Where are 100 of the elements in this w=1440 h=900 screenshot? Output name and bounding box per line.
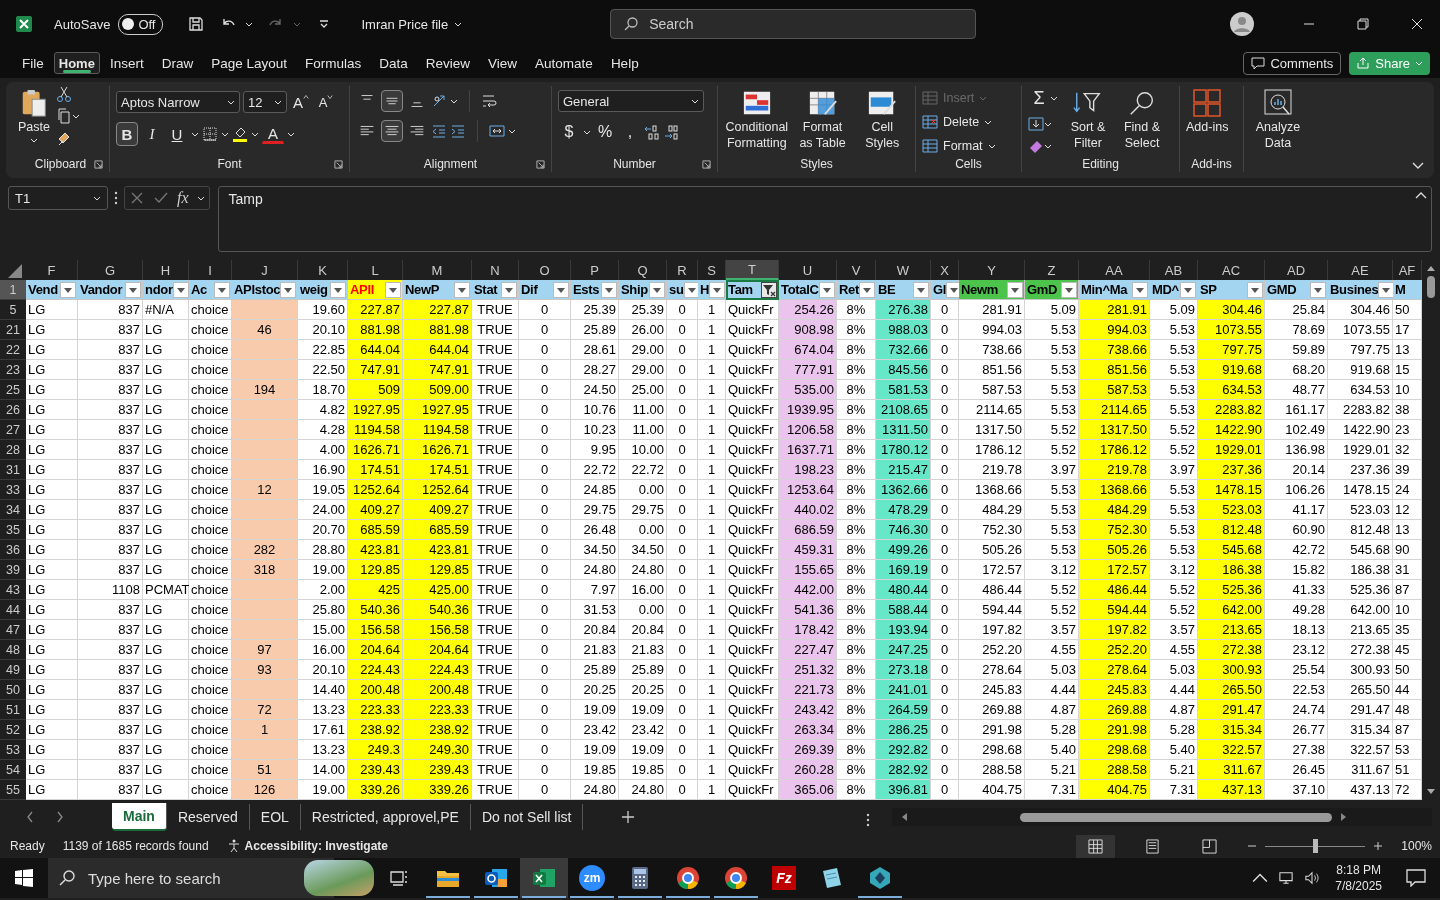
find-select-button[interactable]: Find & Select xyxy=(1118,86,1166,151)
more-options-icon[interactable] xyxy=(114,191,118,205)
caret-icon[interactable] xyxy=(508,127,516,135)
filter-button[interactable] xyxy=(60,281,76,298)
caret-icon[interactable] xyxy=(71,112,80,120)
clock-date[interactable]: 7/8/2025 xyxy=(1335,878,1382,894)
excel-app-button[interactable] xyxy=(520,858,568,898)
caret-icon[interactable] xyxy=(191,130,199,138)
profile-avatar[interactable] xyxy=(1230,12,1254,36)
filter-button[interactable] xyxy=(1007,281,1023,298)
caret-icon[interactable] xyxy=(287,130,295,138)
merge-cells-icon[interactable] xyxy=(489,123,505,139)
paste-button[interactable]: Paste xyxy=(18,86,50,144)
format-as-table-button[interactable]: Format as Table xyxy=(795,86,850,151)
caret-icon[interactable] xyxy=(583,128,591,136)
menu-tab[interactable]: Draw xyxy=(153,49,202,77)
filter-applied-button[interactable] xyxy=(761,281,777,298)
collapse-icon[interactable] xyxy=(1415,191,1427,199)
scroll-down-icon[interactable] xyxy=(1426,788,1436,796)
conditional-formatting-button[interactable]: Conditional Formatting xyxy=(724,86,790,151)
currency-button[interactable]: $ xyxy=(558,120,580,144)
filter-button[interactable] xyxy=(172,281,189,298)
cancel-icon[interactable] xyxy=(129,190,145,206)
menu-tab[interactable]: Help xyxy=(602,49,647,77)
clock-time[interactable]: 8:18 PM xyxy=(1336,862,1381,878)
filter-button[interactable] xyxy=(454,281,470,298)
font-color-button[interactable]: A xyxy=(262,124,284,144)
scroll-up-icon[interactable] xyxy=(1426,264,1436,272)
previous-sheet-icon[interactable] xyxy=(26,811,34,823)
comments-button[interactable]: Comments xyxy=(1243,51,1342,75)
accessibility-button[interactable]: Accessibility: Investigate xyxy=(226,839,388,853)
fill-down-icon[interactable] xyxy=(1028,116,1044,132)
menu-tab[interactable]: File xyxy=(14,49,52,77)
cell-styles-button[interactable]: Cell Styles xyxy=(855,86,909,151)
caret-icon[interactable] xyxy=(1044,142,1052,150)
menu-tab[interactable]: Page Layout xyxy=(203,49,295,77)
increase-indent-icon[interactable] xyxy=(450,123,466,139)
cut-icon[interactable] xyxy=(55,86,72,102)
align-middle-icon[interactable] xyxy=(381,90,403,112)
menu-tab[interactable]: Automate xyxy=(527,49,601,77)
shrink-font-button[interactable]: A xyxy=(315,90,337,114)
next-sheet-icon[interactable] xyxy=(56,811,64,823)
grow-font-button[interactable]: A xyxy=(290,90,312,114)
number-format-field[interactable]: General xyxy=(558,90,704,112)
sheet-tab[interactable]: Reserved xyxy=(166,804,250,830)
caret-icon[interactable] xyxy=(1044,120,1052,128)
autosum-button[interactable]: Σ xyxy=(1028,86,1050,110)
filter-button[interactable] xyxy=(913,281,929,298)
borders-icon[interactable] xyxy=(202,126,218,142)
filter-button[interactable] xyxy=(1061,281,1077,298)
orientation-icon[interactable] xyxy=(431,93,447,109)
caret-icon[interactable] xyxy=(221,130,229,138)
dialog-launcher-icon[interactable] xyxy=(334,160,343,169)
filter-button[interactable] xyxy=(501,281,517,298)
column-letter[interactable]: T xyxy=(726,260,779,280)
caret-icon[interactable] xyxy=(251,130,259,138)
filter-button[interactable] xyxy=(819,281,835,298)
delete-button[interactable]: Delete xyxy=(922,114,993,130)
caret-icon[interactable] xyxy=(450,97,458,105)
filter-button[interactable] xyxy=(709,281,726,298)
filezilla-app-button[interactable]: Fz xyxy=(760,858,808,898)
format-button[interactable]: B xyxy=(116,122,138,146)
caret-icon[interactable] xyxy=(1050,94,1058,102)
menu-tab[interactable]: Review xyxy=(417,49,479,77)
taskbar-search-field[interactable]: Type here to search xyxy=(48,858,334,898)
zoom-slider-thumb[interactable] xyxy=(1313,839,1319,853)
format-button[interactable]: U xyxy=(166,122,188,146)
filter-button[interactable] xyxy=(859,281,876,298)
more-options-icon[interactable] xyxy=(866,812,870,827)
horizontal-scrollbar[interactable] xyxy=(892,808,1432,826)
vertical-scrollbar-thumb[interactable] xyxy=(1427,276,1435,298)
analyze-data-button[interactable]: Analyze Data xyxy=(1250,86,1306,151)
autosave-toggle[interactable]: Off xyxy=(118,13,164,35)
font-size-field[interactable]: 12 xyxy=(243,91,287,113)
decrease-indent-icon[interactable] xyxy=(431,123,447,139)
zoom-in-icon[interactable] xyxy=(1373,841,1384,851)
menu-tab[interactable]: Insert xyxy=(101,49,152,77)
caret-icon[interactable] xyxy=(196,194,205,202)
increase-decimal-icon[interactable] xyxy=(644,124,660,140)
save-icon[interactable] xyxy=(187,15,206,33)
menu-tab[interactable]: Formulas xyxy=(297,49,370,77)
dialog-launcher-icon[interactable] xyxy=(702,160,711,169)
filter-button[interactable] xyxy=(601,281,617,298)
file-name-button[interactable]: Imran Price file xyxy=(361,16,463,32)
insert-function-button[interactable]: fx xyxy=(177,189,189,207)
eraser-icon[interactable] xyxy=(1028,138,1044,154)
filter-button[interactable] xyxy=(649,281,665,298)
search-highlight-picture[interactable] xyxy=(304,860,374,896)
normal-view-icon[interactable] xyxy=(1076,834,1116,858)
sort-filter-button[interactable]: Sort & Filter xyxy=(1064,86,1112,151)
filter-button[interactable] xyxy=(553,281,569,298)
filter-button[interactable] xyxy=(385,281,401,298)
sheet-tab[interactable]: EOL xyxy=(249,804,301,830)
align-center-icon[interactable] xyxy=(381,120,403,142)
menu-tab[interactable]: View xyxy=(480,49,526,77)
collapse-ribbon-icon[interactable] xyxy=(1412,162,1424,170)
dialog-launcher-icon[interactable] xyxy=(536,160,545,169)
format-button[interactable]: Format xyxy=(922,138,996,154)
filter-button[interactable] xyxy=(1247,281,1263,298)
copy-icon[interactable] xyxy=(55,108,72,124)
